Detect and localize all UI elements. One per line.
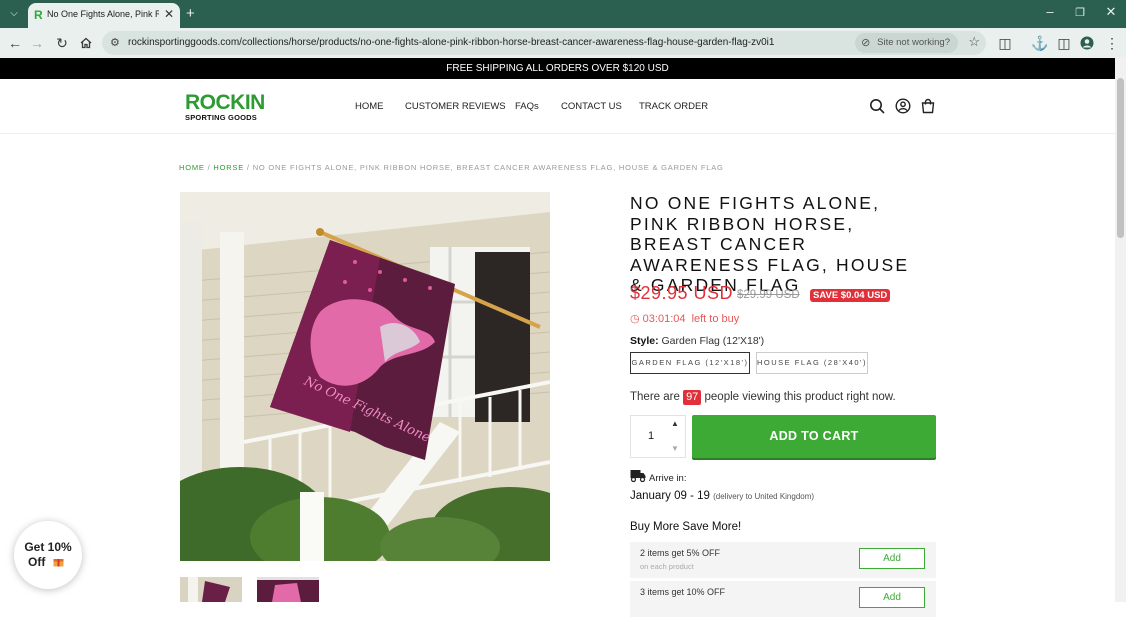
new-tab-icon[interactable]: + <box>186 5 195 22</box>
cart-icon[interactable] <box>920 98 936 114</box>
clock-icon: ◷ <box>630 313 640 325</box>
browser-tab-bar: ⌵ R No One Fights Alone, Pink Ribbon Hor… <box>0 0 1126 28</box>
chevron-down-icon[interactable]: ▼ <box>671 444 679 453</box>
menu-icon[interactable]: ⋮ <box>1103 34 1121 52</box>
account-icon[interactable] <box>895 98 911 114</box>
product-thumbnail[interactable] <box>257 577 319 602</box>
truck-icon <box>630 470 646 483</box>
restore-icon[interactable]: ❐ <box>1070 6 1090 19</box>
save-badge: SAVE $0.04 USD <box>810 289 891 302</box>
browser-tab[interactable]: R No One Fights Alone, Pink Ribbon Horse… <box>28 3 180 28</box>
style-value: Garden Flag (12'X18') <box>661 335 765 347</box>
bundle-add-button[interactable]: Add <box>859 587 925 608</box>
tab-list-icon[interactable]: ⌵ <box>6 6 22 22</box>
option-garden-flag[interactable]: GARDEN FLAG (12'X18') <box>630 352 750 374</box>
search-icon[interactable] <box>869 98 885 114</box>
breadcrumb-home[interactable]: HOME <box>179 163 205 172</box>
nav-faqs[interactable]: FAQs <box>515 101 539 112</box>
eye-off-icon: ⊘ <box>861 37 871 49</box>
logo-sub-text: SPORTING GOODS <box>185 113 257 122</box>
sidepanel-icon[interactable]: ◫ <box>1055 34 1073 52</box>
home-icon[interactable] <box>77 34 95 52</box>
browser-toolbar: ← → ↻ ⚙ rockinsportinggoods.com/collecti… <box>0 28 1126 58</box>
labs-icon[interactable]: ⚓ <box>1031 34 1049 52</box>
bundle-offer: 3 items get 10% OFF Add <box>630 581 936 617</box>
countdown-timer: ◷ 03:01:04 left to buy <box>630 312 739 325</box>
chevron-up-icon[interactable]: ▲ <box>671 419 679 428</box>
site-not-working-button[interactable]: ⊘ Site not working? <box>855 33 958 53</box>
bundle-offer-name: 2 items get 5% OFF <box>640 548 721 558</box>
popup-line1: Get 10% <box>24 540 72 554</box>
style-selector-label: Style: Garden Flag (12'X18') <box>630 335 764 347</box>
bundle-add-button[interactable]: Add <box>859 548 925 569</box>
scroll-thumb[interactable] <box>1117 78 1124 238</box>
breadcrumb-current: NO ONE FIGHTS ALONE, PINK RIBBON HORSE, … <box>252 163 724 172</box>
arrive-dates: January 09 - 19 <box>630 490 710 502</box>
viewing-suffix: people viewing this product right now. <box>704 391 896 403</box>
bundle-offer: 2 items get 5% OFF on each product Add <box>630 542 936 578</box>
quantity-input[interactable]: 1 <box>631 430 671 442</box>
site-not-working-label: Site not working? <box>877 37 950 48</box>
site-info-icon[interactable]: ⚙ <box>110 36 120 49</box>
page-scrollbar[interactable] <box>1115 58 1126 602</box>
window-close-icon[interactable]: ✕ <box>1101 4 1121 20</box>
arrive-note: (delivery to United Kingdom) <box>713 492 815 501</box>
forward-icon[interactable]: → <box>28 34 46 52</box>
timer-value: 03:01:04 <box>642 313 686 325</box>
site-favicon-icon: R <box>34 8 43 22</box>
address-bar[interactable]: ⚙ rockinsportinggoods.com/collections/ho… <box>102 31 986 55</box>
breadcrumb: HOME / HORSE / NO ONE FIGHTS ALONE, PINK… <box>179 163 724 172</box>
url-text[interactable]: rockinsportinggoods.com/collections/hors… <box>128 37 774 48</box>
bundle-offer-name: 3 items get 10% OFF <box>640 587 726 597</box>
popup-line2: Off <box>28 555 46 569</box>
viewing-prefix: There are <box>630 391 680 403</box>
store-logo[interactable]: ROCKIN SPORTING GOODS <box>185 91 275 122</box>
close-icon[interactable]: ✕ <box>164 7 174 21</box>
nav-contact-us[interactable]: CONTACT US <box>561 101 622 112</box>
add-to-cart-button[interactable]: ADD TO CART <box>692 415 936 458</box>
product-main-image[interactable]: No One Fights Alone <box>180 192 550 561</box>
back-icon[interactable]: ← <box>6 34 24 52</box>
arrive-date: January 09 - 19 (delivery to United King… <box>630 490 814 502</box>
product-thumbnail[interactable] <box>180 577 242 602</box>
option-house-flag[interactable]: HOUSE FLAG (28'X40') <box>756 352 868 374</box>
style-label: Style: <box>630 335 659 347</box>
breadcrumb-separator: / <box>244 163 253 172</box>
nav-home[interactable]: HOME <box>355 101 384 112</box>
gift-icon <box>53 559 64 567</box>
promo-banner: FREE SHIPPING ALL ORDERS OVER $120 USD <box>0 58 1115 79</box>
timer-suffix: left to buy <box>691 313 740 325</box>
reload-icon[interactable]: ↻ <box>53 34 71 52</box>
quantity-stepper[interactable]: 1 ▲ ▼ <box>630 415 686 458</box>
logo-main-text: ROCKIN <box>185 91 265 114</box>
viewing-count: 97 <box>683 390 702 405</box>
profile-icon[interactable] <box>1078 34 1096 52</box>
breadcrumb-horse[interactable]: HORSE <box>213 163 244 172</box>
nav-customer-reviews[interactable]: CUSTOMER REVIEWS <box>405 101 506 112</box>
site-header: ROCKIN SPORTING GOODS HOME CUSTOMER REVI… <box>0 79 1115 134</box>
viewing-notice: There are 97 people viewing this product… <box>630 390 896 405</box>
product-title: NO ONE FIGHTS ALONE, PINK RIBBON HORSE, … <box>630 193 910 295</box>
product-price: $29.95 USD <box>630 283 734 303</box>
arrive-label: Arrive in: <box>649 473 687 484</box>
minimize-icon[interactable]: – <box>1040 4 1060 19</box>
nav-track-order[interactable]: TRACK ORDER <box>639 101 708 112</box>
extensions-icon[interactable]: ◫ <box>996 34 1014 52</box>
tab-title: No One Fights Alone, Pink Ribbon Horse <box>47 9 159 19</box>
compare-price: $29.99 USD <box>737 289 800 301</box>
bundle-offer-sub: on each product <box>640 562 694 571</box>
star-icon[interactable]: ☆ <box>968 34 980 50</box>
bundle-title: Buy More Save More! <box>630 521 742 533</box>
discount-popup[interactable]: Get 10% Off <box>14 521 82 589</box>
